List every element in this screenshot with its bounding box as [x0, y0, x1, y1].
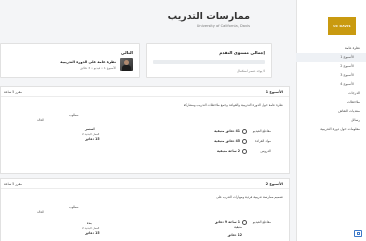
item-type: الدروس — [260, 149, 272, 153]
start-assignment: العمل البدنية 2 — [82, 226, 100, 230]
next-item-meta: الأسبوع 1 • فيديو • 3 دقائق — [80, 66, 116, 70]
next-item-title[interactable]: نظرة عامة على الدورة التدريبية — [60, 60, 116, 64]
item-remaining: 1 ساعة 9 دقائق — [214, 220, 240, 224]
logo-text: UC DAVIS — [333, 24, 351, 28]
sidebar-item-forums[interactable]: منتديات النقاش — [296, 107, 366, 116]
week-section: الأسبوع 2 مقرر 5 ساعة تصميم ممارسة تدريب… — [0, 178, 290, 241]
list-item[interactable]: مواد القراءة 45 دقائق متبقية — [214, 138, 271, 144]
week-section-header[interactable]: الأسبوع 2 مقرر 5 ساعة — [1, 179, 289, 189]
item-remaining: 2 ساعة متبقية — [217, 149, 240, 153]
progress-card-title: إجمالي مستوى التقدم — [219, 50, 265, 55]
week-due: مقرر 5 ساعة — [4, 90, 22, 94]
progress-bar — [153, 60, 265, 64]
next-item-card[interactable]: التالي نظرة عامة على الدورة التدريبية ال… — [0, 43, 140, 78]
resume-link[interactable]: استمر — [85, 127, 95, 131]
thumbnail-person-body — [122, 65, 131, 71]
col-status-header: الحالة — [37, 210, 45, 214]
sidebar-item-week-4[interactable]: الأسبوع 4 — [296, 80, 366, 89]
resume-duration: 15 دقائق — [85, 137, 100, 141]
start-link[interactable]: بدء — [87, 221, 92, 225]
status-radio[interactable] — [242, 219, 247, 225]
list-item[interactable]: الدروس 2 ساعة متبقية — [217, 148, 271, 154]
sidebar-nav: نظرة عامة الأسبوع 1 الأسبوع 2 الأسبوع 3 … — [296, 44, 366, 134]
list-item[interactable]: مقاطع الفيديو 41 دقائق متبقية — [214, 128, 271, 134]
progress-card: إجمالي مستوى التقدم لا يوجد عنصر استكمال — [146, 43, 272, 78]
week-description: تصميم ممارسة تدريبية فردية ومهارات التدر… — [216, 195, 283, 199]
page-subtitle: University of California, Davis — [196, 24, 250, 28]
col-due-header: مطلوب — [69, 205, 79, 209]
list-item[interactable]: مقاطع الفيديو 1 ساعة 9 دقائق — [215, 219, 271, 225]
page-header: ممارسات التدريب University of California… — [0, 0, 296, 40]
item-remaining: 41 دقائق متبقية — [214, 129, 240, 133]
item-type: مواد القراءة — [255, 139, 271, 143]
item-type: مقاطع الفيديو — [252, 129, 271, 133]
start-duration: 15 دقائق — [85, 231, 100, 235]
resume-assignment: العمل البدنية 2 — [82, 132, 100, 136]
sidebar: UC DAVIS نظرة عامة الأسبوع 1 الأسبوع 2 ا… — [296, 0, 366, 241]
status-radio[interactable] — [242, 138, 247, 144]
week-description: نظرة عامة حول الدورة التدريبية والقواعد … — [183, 103, 283, 107]
item-remaining-cont: متبقية — [234, 225, 242, 229]
week-due: مقرر 5 ساعة — [4, 182, 22, 186]
col-status-header: الحالة — [37, 118, 45, 122]
video-thumbnail[interactable] — [120, 58, 133, 71]
sidebar-item-notes[interactable]: ملاحظات — [296, 98, 366, 107]
week-title: الأسبوع 1 — [265, 90, 283, 94]
col-due-header: مطلوب — [69, 113, 79, 117]
page-title: ممارسات التدريب — [167, 11, 250, 22]
sidebar-item-messages[interactable]: رسائل — [296, 116, 366, 125]
panel-icon — [356, 232, 360, 235]
sidebar-item-week-1[interactable]: الأسبوع 1 — [296, 53, 366, 62]
sidebar-item-grades[interactable]: الدرجات — [296, 89, 366, 98]
item-remaining-minutes: 12 دقائق — [227, 233, 242, 237]
sidebar-item-week-3[interactable]: الأسبوع 3 — [296, 71, 366, 80]
item-type: مقاطع الفيديو — [252, 220, 271, 224]
sidebar-item-overview[interactable]: نظرة عامة — [296, 44, 366, 53]
university-logo[interactable]: UC DAVIS — [328, 17, 356, 35]
next-card-title: التالي — [120, 50, 133, 55]
status-radio[interactable] — [242, 128, 247, 134]
sidebar-item-week-2[interactable]: الأسبوع 2 — [296, 62, 366, 71]
week-section-header[interactable]: الأسبوع 1 مقرر 5 ساعة — [1, 87, 289, 97]
item-remaining: 45 دقائق متبقية — [214, 139, 240, 143]
status-radio[interactable] — [242, 148, 247, 154]
progress-caption: لا يوجد عنصر استكمال — [236, 69, 265, 73]
sidebar-item-course-info[interactable]: معلومات حول دورة التدريبية — [296, 125, 366, 134]
collapse-sidebar-button[interactable] — [354, 230, 362, 237]
week-section: الأسبوع 1 مقرر 5 ساعة نظرة عامة حول الدو… — [0, 86, 290, 174]
week-title: الأسبوع 2 — [265, 182, 283, 186]
